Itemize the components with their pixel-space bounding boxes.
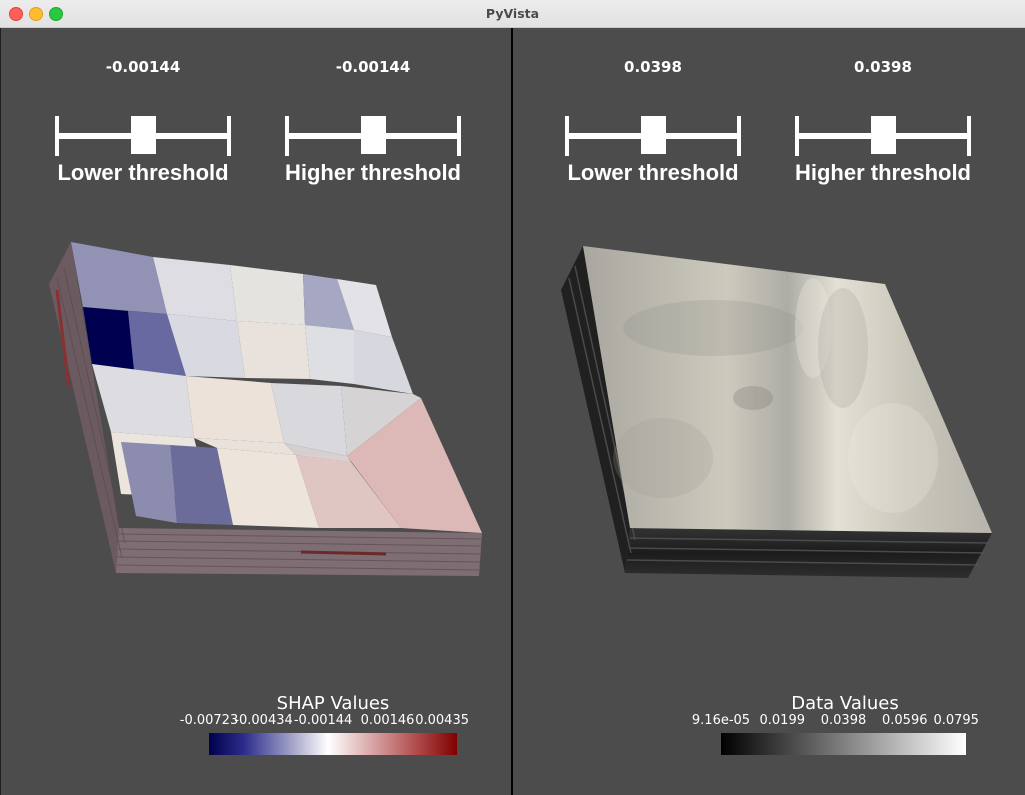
lower-threshold-label: Lower threshold [567, 160, 739, 185]
left-render-viewport[interactable]: -0.00144 Lower threshold -0.00144 Higher… [0, 28, 513, 795]
scalar-bar-tick: 0.0596 [882, 713, 928, 728]
shap-volume-red-streak [300, 550, 387, 556]
scalar-bar-tick: -0.00434 [234, 713, 293, 728]
scalar-bar-title: SHAP Values [276, 693, 390, 714]
higher-threshold-value: -0.00144 [335, 58, 411, 76]
scalar-bar-tick: -0.00723 [179, 713, 239, 728]
slider-end-cap [227, 116, 231, 156]
right-render-viewport[interactable]: 0.0398 Lower threshold 0.0398 Higher thr… [513, 28, 1025, 795]
slider-end-cap [55, 116, 59, 156]
scalar-bar-ticks: 9.16e-05 0.0199 0.0398 0.0596 0.0795 [692, 713, 979, 729]
higher-threshold-label: Higher threshold [284, 160, 461, 185]
shap-volume-top-face [71, 242, 482, 533]
scalar-bar-tick: -0.00144 [293, 713, 353, 728]
scalar-bar-tick: 0.0795 [933, 713, 979, 728]
scalar-bar-tick: 9.16e-05 [691, 713, 751, 728]
slider-handle[interactable] [871, 116, 896, 154]
slider-handle[interactable] [641, 116, 666, 154]
scalar-bar-tick: 0.00435 [415, 713, 469, 728]
lower-threshold-label: Lower threshold [57, 160, 229, 185]
slider-end-cap [457, 116, 461, 156]
scalar-bar-title: Data Values [791, 693, 899, 714]
scalar-bar-ticks: -0.00723 -0.00434 -0.00144 0.00146 0.004… [180, 713, 469, 729]
slider-end-cap [737, 116, 741, 156]
slider-handle[interactable] [131, 116, 156, 154]
shap-scalar-bar-gradient [209, 733, 457, 755]
data-scalar-bar-gradient [721, 733, 966, 755]
slider-end-cap [565, 116, 569, 156]
lower-threshold-value: -0.00144 [105, 58, 181, 76]
lower-threshold-value: 0.0398 [624, 58, 682, 76]
slider-end-cap [285, 116, 289, 156]
scalar-bar-tick: 0.0199 [759, 713, 806, 728]
slider-end-cap [967, 116, 971, 156]
pyvista-window: PyVista -0.00144 Lower threshold -0.0014… [0, 0, 1025, 795]
slider-end-cap [795, 116, 799, 156]
higher-threshold-label: Higher threshold [794, 160, 971, 185]
scalar-bar-tick: 0.0398 [820, 713, 867, 728]
higher-threshold-value: 0.0398 [854, 58, 912, 76]
scalar-bar-tick: 0.00146 [360, 713, 415, 728]
data-volume-mesh[interactable] [513, 28, 1025, 795]
window-title: PyVista [485, 6, 540, 21]
shap-volume-mesh[interactable] [1, 28, 513, 795]
slider-handle[interactable] [361, 116, 386, 154]
title-bar: PyVista [0, 0, 1025, 28]
